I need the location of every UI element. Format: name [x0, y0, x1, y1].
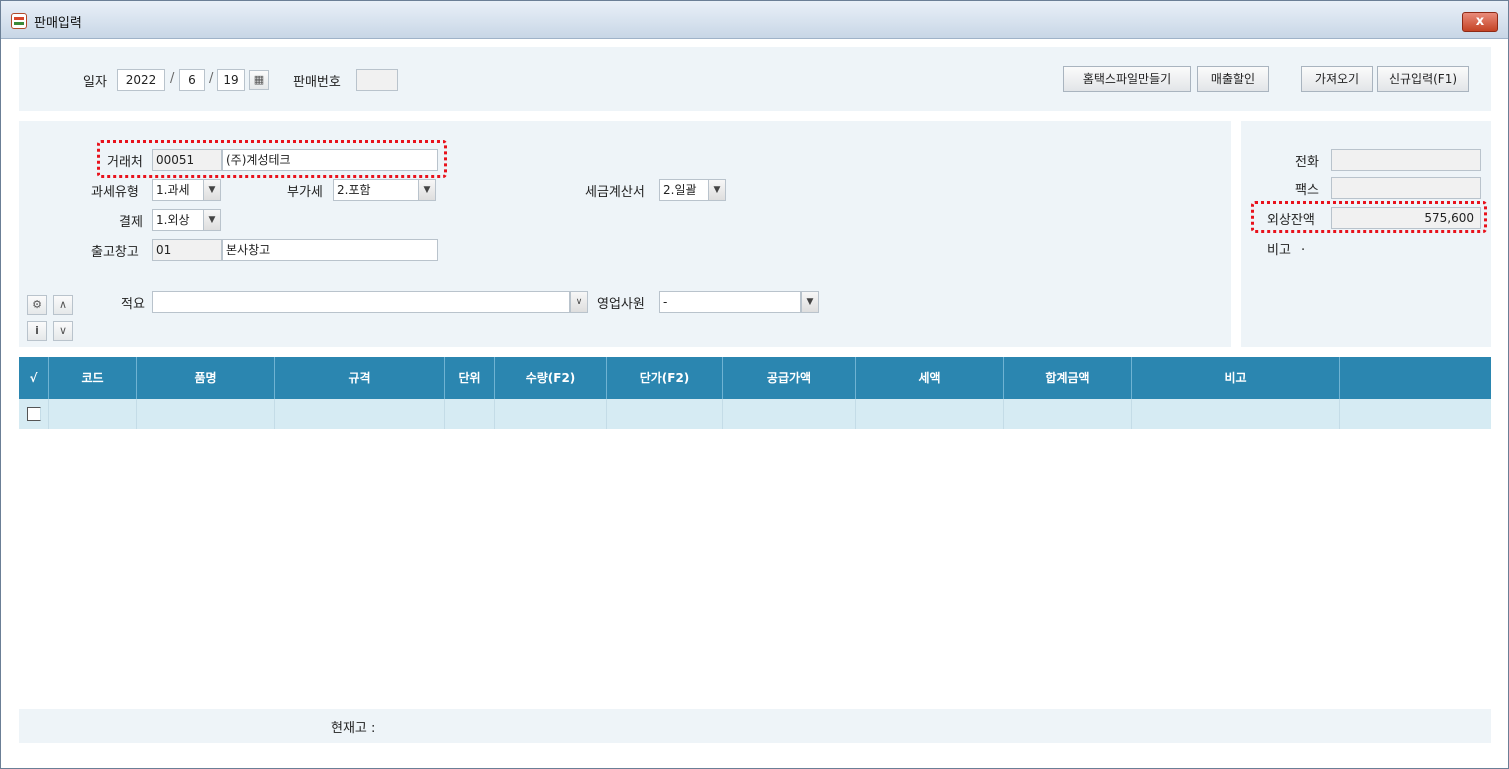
phone-label: 전화 — [1295, 155, 1319, 170]
chevron-down-icon[interactable]: ▼ — [418, 179, 436, 201]
payment-label: 결제 — [119, 215, 143, 230]
chevron-down-icon[interactable]: ▼ — [203, 209, 221, 231]
info-icon[interactable]: i — [27, 321, 47, 341]
chevron-down-icon[interactable]: ∨ — [53, 321, 73, 341]
receivable-field[interactable]: 575,600 — [1331, 207, 1481, 229]
invoice-label: 세금계산서 — [585, 185, 645, 200]
chevron-down-icon[interactable]: ▼ — [801, 291, 819, 313]
sales-discount-button[interactable]: 매출할인 — [1197, 66, 1269, 92]
current-stock-label: 현재고 : — [331, 721, 376, 736]
cell-price[interactable] — [607, 399, 723, 429]
fetch-button[interactable]: 가져오기 — [1301, 66, 1373, 92]
close-button[interactable]: x — [1462, 12, 1498, 32]
gear-icon[interactable]: ⚙ — [27, 295, 47, 315]
cell-qty[interactable] — [495, 399, 607, 429]
grid-header: √ 코드 품명 규격 단위 수량(F2) 단가(F2) 공급가액 세액 합계금액… — [19, 357, 1491, 399]
app-icon — [11, 13, 27, 29]
vat-select[interactable]: 2.포함 — [333, 179, 419, 201]
col-qty[interactable]: 수량(F2) — [495, 357, 607, 399]
cell-supply[interactable] — [723, 399, 856, 429]
col-unit[interactable]: 단위 — [445, 357, 495, 399]
date-separator: / — [170, 71, 175, 86]
stock-footer: 현재고 : — [19, 709, 1491, 743]
col-supply[interactable]: 공급가액 — [723, 357, 856, 399]
table-row[interactable] — [19, 399, 1491, 429]
memo-label: 적요 — [121, 297, 145, 312]
col-price[interactable]: 단가(F2) — [607, 357, 723, 399]
fax-label: 팩스 — [1295, 183, 1319, 198]
col-spec[interactable]: 규격 — [275, 357, 445, 399]
col-note[interactable]: 비고 — [1132, 357, 1340, 399]
col-tax[interactable]: 세액 — [856, 357, 1004, 399]
header-panel: 일자 2022 / 6 / 19 ▦ 판매번호 홈택스파일만들기 매출할인 가져… — [19, 47, 1491, 111]
col-total[interactable]: 합계금액 — [1004, 357, 1132, 399]
hometax-file-button[interactable]: 홈택스파일만들기 — [1063, 66, 1191, 92]
payment-select[interactable]: 1.외상 — [152, 209, 204, 231]
warehouse-label: 출고창고 — [91, 245, 139, 260]
note-value: . — [1301, 239, 1306, 254]
date-separator: / — [209, 71, 214, 86]
cell-spec[interactable] — [275, 399, 445, 429]
form-panel: 거래처 00051 (주)계성테크 과세유형 1.과세 ▼ 부가세 2.포함 ▼… — [19, 121, 1231, 347]
chevron-up-icon[interactable]: ∧ — [53, 295, 73, 315]
sales-entry-window: 판매입력 x 일자 2022 / 6 / 19 ▦ 판매번호 홈택스파일만들기 … — [0, 0, 1509, 769]
items-grid: √ 코드 품명 규격 단위 수량(F2) 단가(F2) 공급가액 세액 합계금액… — [19, 357, 1491, 429]
warehouse-code-input[interactable]: 01 — [152, 239, 222, 261]
title-bar[interactable]: 판매입력 x — [1, 1, 1508, 39]
note-label: 비고 — [1267, 243, 1291, 258]
sale-number-field[interactable] — [356, 69, 398, 91]
cell-tax[interactable] — [856, 399, 1004, 429]
vat-label: 부가세 — [287, 185, 323, 200]
memo-input[interactable] — [152, 291, 570, 313]
sales-rep-label: 영업사원 — [597, 297, 645, 312]
phone-field[interactable] — [1331, 149, 1481, 171]
cell-extra — [1340, 399, 1491, 429]
receivable-label: 외상잔액 — [1267, 213, 1315, 228]
date-label: 일자 — [83, 75, 107, 90]
col-check[interactable]: √ — [19, 357, 49, 399]
cell-total[interactable] — [1004, 399, 1132, 429]
client-name-input[interactable]: (주)계성테크 — [222, 149, 438, 171]
year-input[interactable]: 2022 — [117, 69, 165, 91]
client-code-input[interactable]: 00051 — [152, 149, 222, 171]
window-title: 판매입력 — [34, 16, 82, 31]
chevron-down-icon[interactable]: ∨ — [570, 291, 588, 313]
content-area: 일자 2022 / 6 / 19 ▦ 판매번호 홈택스파일만들기 매출할인 가져… — [9, 39, 1500, 762]
sale-number-label: 판매번호 — [293, 75, 341, 90]
side-panel: 전화 팩스 외상잔액 575,600 비고 . — [1241, 121, 1491, 347]
row-check-cell — [19, 399, 49, 429]
calendar-icon[interactable]: ▦ — [249, 70, 269, 90]
tax-type-select[interactable]: 1.과세 — [152, 179, 204, 201]
sales-rep-select[interactable]: - — [659, 291, 801, 313]
cell-unit[interactable] — [445, 399, 495, 429]
client-label: 거래처 — [107, 155, 143, 170]
cell-name[interactable] — [137, 399, 275, 429]
warehouse-name-input[interactable]: 본사창고 — [222, 239, 438, 261]
row-checkbox[interactable] — [27, 407, 41, 421]
col-code[interactable]: 코드 — [49, 357, 137, 399]
fax-field[interactable] — [1331, 177, 1481, 199]
day-input[interactable]: 19 — [217, 69, 245, 91]
chevron-down-icon[interactable]: ▼ — [708, 179, 726, 201]
new-entry-button[interactable]: 신규입력(F1) — [1377, 66, 1469, 92]
cell-note[interactable] — [1132, 399, 1340, 429]
cell-code[interactable] — [49, 399, 137, 429]
col-extra — [1340, 357, 1491, 399]
chevron-down-icon[interactable]: ▼ — [203, 179, 221, 201]
tax-type-label: 과세유형 — [91, 185, 139, 200]
col-name[interactable]: 품명 — [137, 357, 275, 399]
invoice-select[interactable]: 2.일괄 — [659, 179, 709, 201]
month-input[interactable]: 6 — [179, 69, 205, 91]
